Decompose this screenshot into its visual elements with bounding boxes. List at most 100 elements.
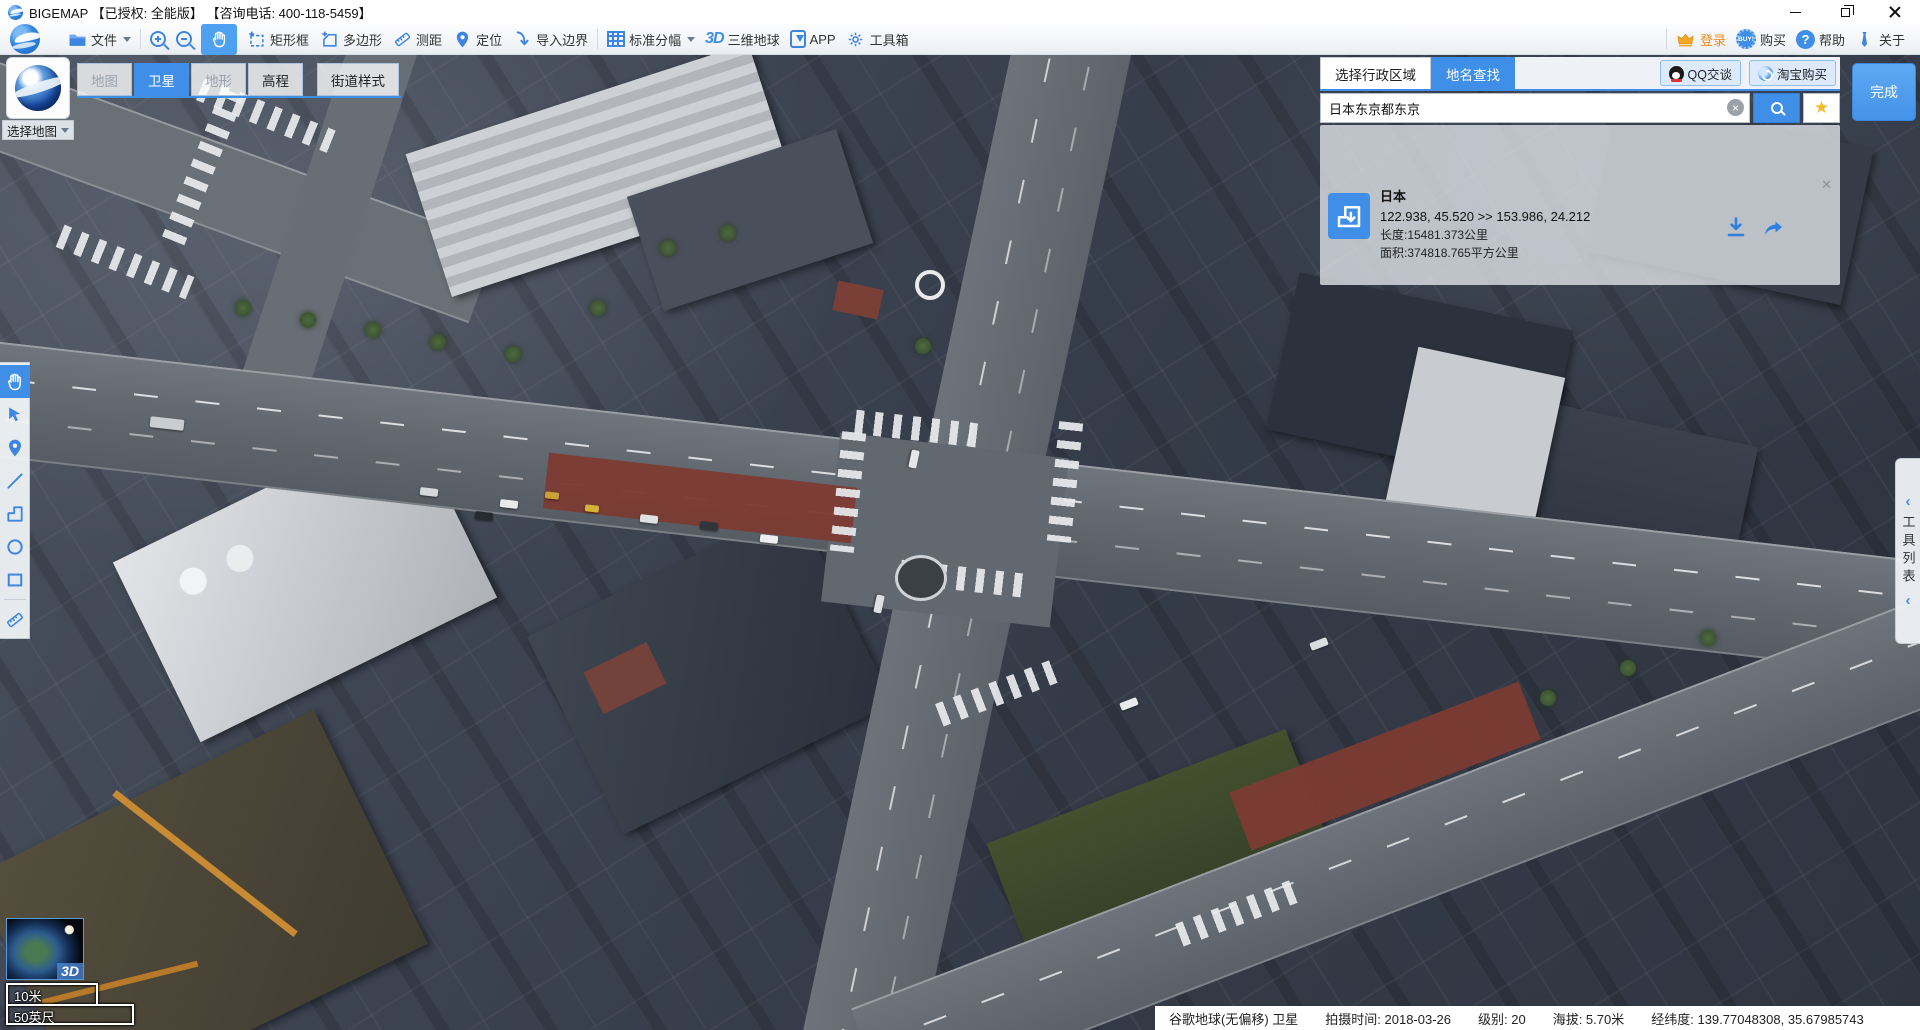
- minimize-icon: [1789, 11, 1801, 13]
- marker-tool-button[interactable]: [0, 431, 30, 464]
- choose-map-button[interactable]: 选择地图: [2, 120, 74, 140]
- status-bar: 谷歌地球(无偏移) 卫星 拍摄时间: 2018-03-26 级别: 20 海拔:…: [1155, 1006, 1920, 1030]
- scale-metric: 10米: [6, 983, 98, 1004]
- 3d-chip-label: 3D: [57, 963, 83, 979]
- ruler-icon: [6, 612, 23, 627]
- title-bar: BIGEMAP 【已授权: 全能版】 【咨询电话: 400-118-5459】: [0, 0, 1920, 24]
- tab-terrain[interactable]: 地形: [191, 63, 246, 96]
- polygon-label: 多边形: [343, 32, 383, 48]
- import-arrow-icon: [512, 29, 532, 49]
- file-menu-label: 文件: [91, 32, 118, 48]
- zoom-out-button[interactable]: [171, 24, 197, 55]
- necktie-icon: [1855, 29, 1875, 49]
- zoom-in-button[interactable]: [145, 24, 171, 55]
- search-input[interactable]: [1320, 93, 1750, 123]
- 3d-badge-icon: 3D: [705, 30, 724, 47]
- result-actions: [1724, 215, 1832, 239]
- bigemap-logo-icon: [8, 4, 23, 20]
- zoom-in-icon: [150, 31, 167, 47]
- location-pin-icon: [8, 439, 21, 456]
- dashed-rectangle-icon: [246, 29, 266, 49]
- search-panel-tabs: 选择行政区域 地名查找 QQ交谈 淘宝购买: [1320, 57, 1840, 91]
- taobao-buy-label: 淘宝购买: [1776, 67, 1827, 82]
- measure-side-button[interactable]: [0, 603, 30, 636]
- minimize-button[interactable]: [1770, 0, 1820, 24]
- main-toolbar: 文件 矩形框 多边形 测距 定位 导入边界 标准分幅 3D 三维地球 APP 工…: [0, 23, 1920, 55]
- chevron-left-icon: ‹: [1905, 592, 1911, 609]
- tool-strip-divider: [3, 599, 26, 600]
- tab-admin-region-label: 选择行政区域: [1335, 67, 1416, 83]
- finish-label: 完成: [1870, 84, 1898, 100]
- tab-satellite[interactable]: 卫星: [134, 63, 189, 96]
- buy-button[interactable]: BUY! 购买: [1731, 24, 1791, 55]
- map-source-button[interactable]: [6, 57, 70, 119]
- close-icon: [1889, 6, 1901, 18]
- map-tree: [300, 312, 316, 328]
- map-taxi: [544, 491, 560, 500]
- map-taxi: [584, 504, 600, 513]
- help-button[interactable]: ? 帮助: [1791, 24, 1850, 55]
- search-button[interactable]: [1753, 93, 1800, 123]
- rectangle-tool-button[interactable]: [0, 563, 30, 596]
- pan-tool-button[interactable]: [201, 23, 238, 55]
- line-tool-button[interactable]: [0, 464, 30, 497]
- globe-3d-label: 三维地球: [727, 32, 780, 48]
- tab-place-search[interactable]: 地名查找: [1431, 57, 1515, 89]
- locate-tool-button[interactable]: 定位: [447, 24, 507, 55]
- measure-tool-button[interactable]: 测距: [387, 24, 447, 55]
- about-button[interactable]: 关于: [1850, 24, 1910, 55]
- file-menu-button[interactable]: 文件: [62, 24, 136, 55]
- map-tree: [720, 225, 736, 241]
- search-panel: 选择行政区域 地名查找 QQ交谈 淘宝购买 × ★ ✕: [1320, 57, 1840, 285]
- import-boundary-button[interactable]: 导入边界: [507, 24, 593, 55]
- zoom-out-icon: [176, 31, 193, 47]
- tab-admin-region[interactable]: 选择行政区域: [1320, 57, 1431, 89]
- taobao-buy-button[interactable]: 淘宝购买: [1748, 60, 1836, 86]
- mini-globe-3d-button[interactable]: 3D: [6, 918, 84, 980]
- tab-street-style[interactable]: 街道样式: [317, 63, 399, 96]
- tab-map[interactable]: 地图: [77, 63, 132, 96]
- polygon-draw-tool-button[interactable]: [0, 497, 30, 530]
- help-label: 帮助: [1818, 32, 1845, 48]
- status-latlng: 经纬度: 139.77048308, 35.67985743: [1651, 1011, 1864, 1027]
- login-button[interactable]: 登录: [1671, 24, 1731, 55]
- standard-sheet-button[interactable]: 标准分幅: [602, 24, 700, 55]
- search-results: ✕ 日本 122.938, 45.520 >> 153.986, 24.212 …: [1320, 125, 1840, 285]
- search-box: ×: [1320, 93, 1750, 123]
- result-item[interactable]: 日本 122.938, 45.520 >> 153.986, 24.212 长度…: [1328, 187, 1832, 262]
- finish-button[interactable]: 完成: [1852, 63, 1916, 121]
- map-tree: [590, 300, 606, 316]
- map-tree: [1540, 690, 1556, 706]
- app-button[interactable]: APP: [785, 24, 841, 55]
- favorite-button[interactable]: ★: [1803, 93, 1840, 123]
- about-label: 关于: [1878, 32, 1905, 48]
- restore-button[interactable]: [1820, 0, 1870, 24]
- toolbox-label: 工具箱: [869, 32, 909, 48]
- polygon-tool-button[interactable]: 多边形: [314, 24, 387, 55]
- close-button[interactable]: [1870, 0, 1920, 24]
- tab-elevation[interactable]: 高程: [248, 63, 303, 96]
- circle-tool-button[interactable]: [0, 530, 30, 563]
- rect-frame-tool-button[interactable]: 矩形框: [241, 24, 314, 55]
- status-capture-date: 拍摄时间: 2018-03-26: [1325, 1011, 1452, 1027]
- map-subway-entrance: [895, 555, 947, 601]
- restore-icon: [1840, 4, 1854, 17]
- tool-list-tab[interactable]: ‹ 工具列表 ‹: [1895, 458, 1920, 644]
- window-controls: [1770, 0, 1920, 24]
- download-icon[interactable]: [1724, 215, 1748, 239]
- select-tool-button[interactable]: [0, 398, 30, 431]
- standard-sheet-label: 标准分幅: [629, 32, 682, 48]
- polygon-icon: [6, 505, 23, 522]
- import-boundary-label: 导入边界: [536, 32, 589, 48]
- share-icon[interactable]: [1762, 215, 1786, 239]
- toolbar-separator: [1665, 29, 1667, 49]
- toolbox-button[interactable]: 工具箱: [841, 24, 914, 55]
- pan-tool-side-button[interactable]: [0, 365, 30, 398]
- globe-3d-button[interactable]: 3D 三维地球: [700, 24, 784, 55]
- status-altitude: 海拔: 5.70米: [1552, 1011, 1625, 1027]
- app-title: BIGEMAP 【已授权: 全能版】 【咨询电话: 400-118-5459】: [29, 5, 372, 21]
- tab-place-search-label: 地名查找: [1446, 67, 1500, 83]
- rect-frame-label: 矩形框: [270, 32, 310, 48]
- clear-search-button[interactable]: ×: [1727, 99, 1744, 116]
- qq-chat-button[interactable]: QQ交谈: [1659, 60, 1741, 86]
